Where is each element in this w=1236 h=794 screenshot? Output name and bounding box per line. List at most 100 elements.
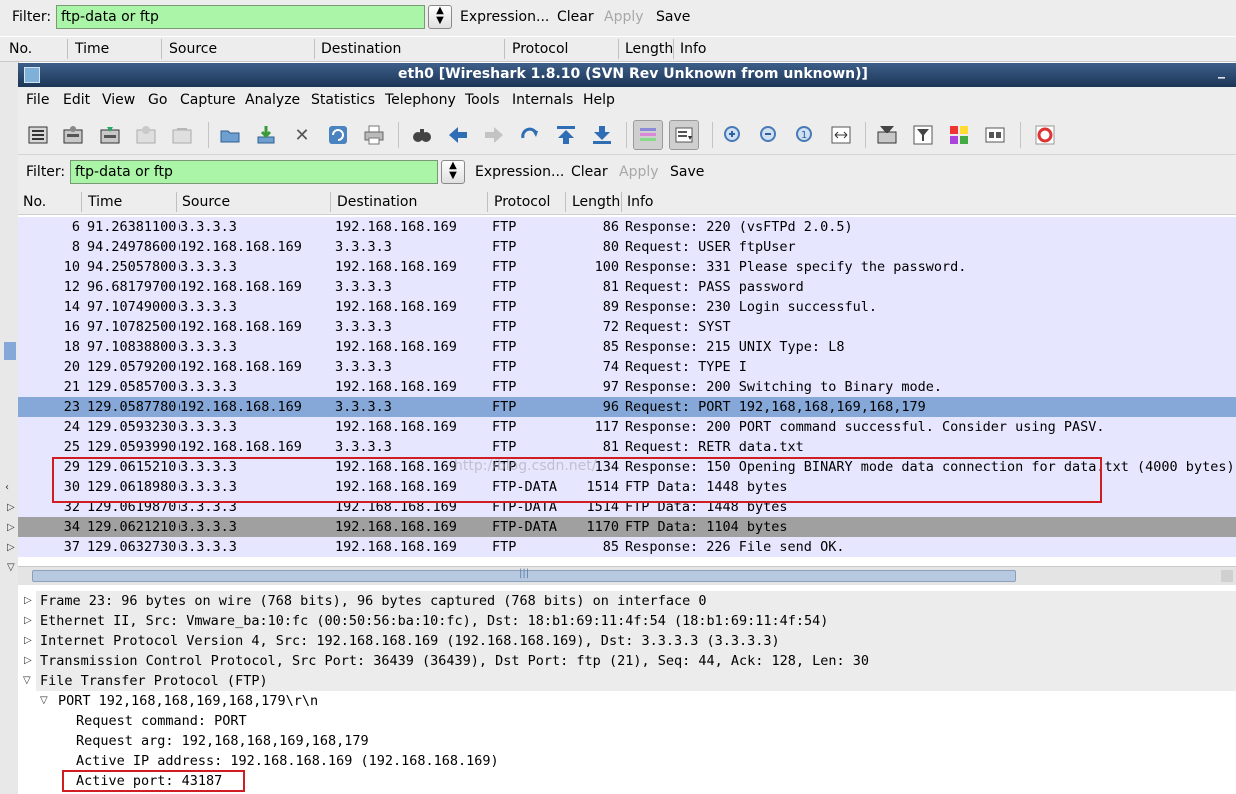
- collapse-arrow-icon[interactable]: ▽: [40, 695, 48, 706]
- col-no[interactable]: No.: [23, 194, 46, 210]
- expand-arrow-icon[interactable]: ▷: [24, 655, 32, 666]
- tree-ftp-port-node[interactable]: PORT 192,168,168,169,168,179\r\n: [58, 691, 1236, 711]
- menu-help[interactable]: Help: [583, 92, 615, 108]
- col-info[interactable]: Info: [627, 194, 654, 210]
- packet-row[interactable]: 34 129.0621210(3.3.3.3 192.168.168.169 FTP-…: [18, 517, 1236, 537]
- close-file-icon[interactable]: ✕: [290, 123, 314, 147]
- filter-history-dropdown[interactable]: ▲ ▼: [441, 160, 465, 184]
- bg-clear-button[interactable]: Clear: [557, 9, 594, 25]
- packet-row[interactable]: 16 97.10782500(192.168.168.169 3.3.3.3 FTP 7…: [18, 317, 1236, 337]
- col-time[interactable]: Time: [88, 194, 122, 210]
- packet-row[interactable]: 10 94.25057800(3.3.3.3 192.168.168.169 FTP 1…: [18, 257, 1236, 277]
- col-source[interactable]: Source: [182, 194, 230, 210]
- menu-edit[interactable]: Edit: [63, 92, 90, 108]
- start-capture-icon[interactable]: [98, 123, 122, 147]
- packet-cell-no: 25: [63, 439, 80, 455]
- coloring-rules-icon[interactable]: [947, 123, 971, 147]
- capture-filters-icon[interactable]: [875, 123, 899, 147]
- clear-button[interactable]: Clear: [571, 164, 608, 180]
- field-active-port[interactable]: Active port: 43187: [76, 771, 1236, 791]
- bg-expression-button[interactable]: Expression...: [460, 9, 549, 25]
- menu-view[interactable]: View: [102, 92, 135, 108]
- capture-options-icon[interactable]: [61, 123, 85, 147]
- menu-file[interactable]: File: [26, 92, 49, 108]
- packet-row[interactable]: 20 129.0579200(192.168.168.169 3.3.3.3 FTP 7…: [18, 357, 1236, 377]
- apply-button[interactable]: Apply: [619, 164, 659, 180]
- tree-ftp[interactable]: File Transfer Protocol (FTP): [36, 671, 1236, 691]
- scrollbar-thumb[interactable]: |||: [32, 568, 1016, 582]
- window-title: eth0 [Wireshark 1.8.10 (SVN Rev Unknown …: [398, 66, 868, 82]
- packet-row[interactable]: 25 129.0593990(192.168.168.169 3.3.3.3 FTP 8…: [18, 437, 1236, 457]
- packet-row[interactable]: 18 97.10838800(3.3.3.3 192.168.168.169 FTP 8…: [18, 337, 1236, 357]
- col-protocol[interactable]: Protocol: [494, 194, 550, 210]
- menu-go[interactable]: Go: [148, 92, 167, 108]
- bg-col-length[interactable]: Length: [625, 41, 673, 57]
- menu-tools[interactable]: Tools: [465, 92, 500, 108]
- bg-col-source[interactable]: Source: [169, 41, 217, 57]
- field-request-arg[interactable]: Request arg: 192,168,168,169,168,179: [76, 731, 1236, 751]
- bg-apply-button[interactable]: Apply: [604, 9, 644, 25]
- collapse-arrow-icon[interactable]: ▽: [23, 675, 31, 686]
- menu-internals[interactable]: Internals: [512, 92, 573, 108]
- packet-row[interactable]: 6 91.26381100(3.3.3.3 192.168.168.169 FTP 86…: [18, 217, 1236, 237]
- packet-row[interactable]: 8 94.24978600(192.168.168.169 3.3.3.3 FTP 80…: [18, 237, 1236, 257]
- bg-filter-input[interactable]: ftp-data or ftp: [56, 5, 425, 29]
- menu-statistics[interactable]: Statistics: [311, 92, 375, 108]
- save-button[interactable]: Save: [670, 164, 704, 180]
- help-icon[interactable]: [1033, 123, 1057, 147]
- minimize-button[interactable]: _: [1218, 63, 1225, 79]
- interface-list-icon[interactable]: [26, 123, 50, 147]
- col-destination[interactable]: Destination: [337, 194, 417, 210]
- normal-size-icon[interactable]: 1: [793, 123, 817, 147]
- bg-col-no[interactable]: No.: [9, 41, 32, 57]
- expand-arrow-icon[interactable]: ▷: [24, 615, 32, 626]
- colorize-icon[interactable]: [633, 120, 663, 150]
- go-first-icon[interactable]: [554, 123, 578, 147]
- tree-tcp[interactable]: Transmission Control Protocol, Src Port:…: [36, 651, 1236, 671]
- restart-capture-icon[interactable]: [170, 123, 194, 147]
- bg-col-destination[interactable]: Destination: [321, 41, 401, 57]
- find-packet-icon[interactable]: [410, 123, 434, 147]
- expression-button[interactable]: Expression...: [475, 164, 564, 180]
- stop-capture-icon[interactable]: [134, 123, 158, 147]
- zoom-out-icon[interactable]: [757, 123, 781, 147]
- zoom-in-icon[interactable]: [721, 123, 745, 147]
- packet-row[interactable]: 23 129.0587780(192.168.168.169 3.3.3.3 FTP 9…: [18, 397, 1236, 417]
- window-titlebar[interactable]: eth0 [Wireshark 1.8.10 (SVN Rev Unknown …: [18, 63, 1236, 87]
- print-icon[interactable]: [362, 123, 386, 147]
- expand-arrow-icon[interactable]: ▷: [24, 595, 32, 606]
- packet-row[interactable]: 37 129.0632730(3.3.3.3 192.168.168.169 FTP 8…: [18, 537, 1236, 557]
- menu-capture[interactable]: Capture: [180, 92, 236, 108]
- preferences-icon[interactable]: [983, 123, 1007, 147]
- bg-col-time[interactable]: Time: [75, 41, 109, 57]
- bg-col-protocol[interactable]: Protocol: [512, 41, 568, 57]
- packet-row[interactable]: 21 129.0585700(3.3.3.3 192.168.168.169 FTP 9…: [18, 377, 1236, 397]
- go-back-icon[interactable]: [446, 123, 470, 147]
- tree-ethernet[interactable]: Ethernet II, Src: Vmware_ba:10:fc (00:50…: [36, 611, 1236, 631]
- col-length[interactable]: Length: [572, 194, 620, 210]
- go-to-packet-icon[interactable]: [518, 123, 542, 147]
- bg-col-info[interactable]: Info: [680, 41, 707, 57]
- save-file-icon[interactable]: [254, 123, 278, 147]
- field-active-ip[interactable]: Active IP address: 192.168.168.169 (192.…: [76, 751, 1236, 771]
- packet-row[interactable]: 14 97.10749000(3.3.3.3 192.168.168.169 FTP 8…: [18, 297, 1236, 317]
- tree-frame[interactable]: Frame 23: 96 bytes on wire (768 bits), 9…: [36, 591, 1236, 611]
- display-filters-icon[interactable]: [911, 123, 935, 147]
- expand-arrow-icon[interactable]: ▷: [24, 635, 32, 646]
- field-request-command[interactable]: Request command: PORT: [76, 711, 1236, 731]
- auto-scroll-icon[interactable]: [669, 120, 699, 150]
- menu-telephony[interactable]: Telephony: [385, 92, 456, 108]
- menu-analyze[interactable]: Analyze: [245, 92, 300, 108]
- tree-ipv4[interactable]: Internet Protocol Version 4, Src: 192.16…: [36, 631, 1236, 651]
- reload-icon[interactable]: [326, 123, 350, 147]
- go-last-icon[interactable]: [590, 123, 614, 147]
- display-filter-input[interactable]: ftp-data or ftp: [70, 160, 438, 184]
- bg-save-button[interactable]: Save: [656, 9, 690, 25]
- resize-columns-icon[interactable]: [829, 123, 853, 147]
- bg-filter-dropdown[interactable]: ▲ ▼: [428, 5, 452, 29]
- packet-row[interactable]: 24 129.0593230(3.3.3.3 192.168.168.169 FTP 1…: [18, 417, 1236, 437]
- packet-list-horizontal-scrollbar[interactable]: |||: [18, 566, 1236, 585]
- open-file-icon[interactable]: [218, 123, 242, 147]
- packet-row[interactable]: 12 96.68179700(192.168.168.169 3.3.3.3 FTP 8…: [18, 277, 1236, 297]
- go-forward-icon[interactable]: [482, 123, 506, 147]
